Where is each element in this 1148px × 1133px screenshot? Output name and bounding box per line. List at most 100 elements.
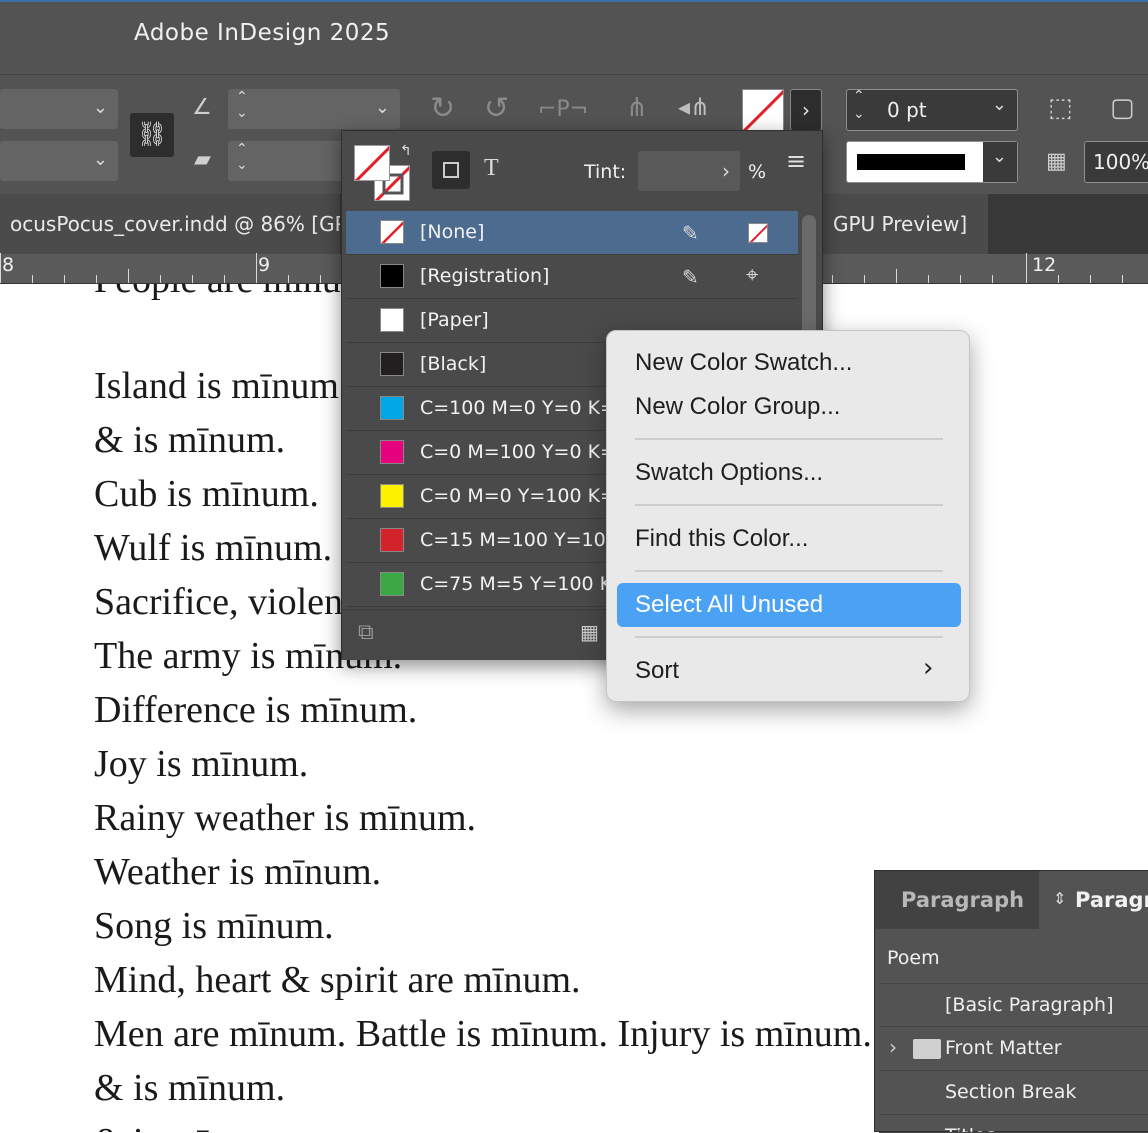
fill-box-icon[interactable] [354, 145, 390, 181]
stepper-down-icon[interactable]: ⌄ [236, 105, 248, 121]
green-swatch-chip [380, 572, 404, 596]
scale-x-dropdown[interactable]: ⌄ [0, 89, 118, 129]
menu-item-find-this-color[interactable]: Find this Color... [635, 525, 808, 553]
ruler-tick [32, 275, 33, 283]
magenta-swatch-chip [380, 440, 404, 464]
ruler-tick [256, 253, 257, 283]
rotation-angle-field[interactable]: ⌃ ⌄ ⌄ [228, 89, 400, 129]
shear-angle-field[interactable]: ⌃ ⌄ [228, 141, 348, 181]
swatch-row-none[interactable]: [None] ✎ [346, 211, 798, 255]
poem-line[interactable]: Men are mīnum. Battle is mīnum. Injury i… [94, 1012, 872, 1056]
stroke-weight-value: 0 pt [887, 98, 927, 122]
red-swatch-chip [380, 528, 404, 552]
tab-gpu-preview[interactable]: GPU Preview] [822, 194, 988, 254]
opacity-icon: ▦ [1046, 149, 1067, 174]
poem-line[interactable]: Cub is mīnum. [94, 472, 319, 516]
menu-item-new-color-group[interactable]: New Color Group... [635, 393, 840, 421]
panel-menu-icon[interactable]: ≡ [786, 147, 806, 175]
swatch-panel-toggle-button[interactable]: › [790, 89, 822, 131]
frame-square-icon[interactable]: ▢ [1110, 93, 1135, 123]
locked-pencil-icon: ✎ [682, 265, 699, 289]
style-name: [Basic Paragraph] [945, 994, 1114, 1016]
menu-separator [635, 438, 943, 440]
tab-paragraph[interactable]: Paragraph [875, 871, 1039, 929]
poem-line[interactable]: & is mīnum. [94, 418, 285, 462]
formatting-container-button[interactable] [432, 151, 470, 189]
swatch-name: [Black] [420, 353, 487, 375]
registration-swatch-chip [380, 264, 404, 288]
tab-hocus-pocus-cover[interactable]: ocusPocus_cover.indd @ 86% [GP [0, 194, 340, 254]
registration-mode-icon: ⌖ [746, 263, 759, 288]
flip-horizontal-icon[interactable]: ⌐P¬ [538, 97, 588, 122]
yellow-swatch-chip [380, 484, 404, 508]
style-row-basic-paragraph[interactable]: [Basic Paragraph] [879, 983, 1148, 1027]
ruler-tick [1026, 253, 1027, 283]
ruler-tick [320, 275, 321, 283]
container-square-icon [443, 162, 459, 178]
ruler-tick [1058, 275, 1059, 283]
opacity-value: 100% [1093, 150, 1148, 174]
tint-field[interactable]: › [638, 151, 740, 191]
chevron-down-icon: ⌄ [991, 94, 1007, 115]
paper-swatch-chip [380, 308, 404, 332]
style-row-titles[interactable]: Titles [879, 1115, 1148, 1133]
stepper-up-icon[interactable]: ⌃ [853, 88, 865, 104]
poem-line[interactable]: Song is mīnum. [94, 904, 334, 948]
stepper-up-icon[interactable]: ⌃ [236, 141, 248, 157]
ruler-tick [96, 275, 97, 283]
place-swatches-icon[interactable]: ⧉ [358, 620, 374, 645]
stepper-down-icon[interactable]: ⌄ [236, 157, 248, 173]
rotate-clockwise-icon[interactable]: ↻ [430, 91, 455, 126]
tab-collapse-icon[interactable]: ⇕ [1053, 889, 1066, 908]
poem-line[interactable]: Island is mīnum. [94, 364, 348, 408]
scale-y-dropdown[interactable]: ⌄ [0, 141, 118, 181]
frame-fitting-icon[interactable]: ⬚ [1048, 93, 1073, 123]
menu-item-select-all-unused[interactable]: Select All Unused [635, 591, 823, 619]
poem-line[interactable]: Difference is mīnum. [94, 688, 417, 732]
formatting-text-icon[interactable]: T [484, 155, 499, 182]
chevron-down-icon: ⌄ [374, 97, 390, 118]
ruler-tick [832, 275, 833, 283]
menu-item-new-color-swatch[interactable]: New Color Swatch... [635, 349, 852, 377]
fill-swatch-button[interactable] [742, 89, 784, 131]
poem-line[interactable]: Mind, heart & spirit are mīnum. [94, 958, 581, 1002]
chevron-down-icon: ⌄ [991, 146, 1007, 167]
swatch-row-registration[interactable]: [Registration] ✎ ⌖ [346, 255, 798, 299]
stroke-weight-field[interactable]: ⌃ ⌄ 0 pt ⌄ [846, 88, 1018, 131]
select-container-icon[interactable]: ⋔ [626, 93, 648, 123]
poem-line[interactable]: People are mīnum. [94, 284, 380, 302]
menu-item-sort[interactable]: Sort [635, 657, 679, 685]
menu-item-swatch-options[interactable]: Swatch Options... [635, 459, 823, 487]
ruler-tick [960, 275, 961, 283]
menu-separator [635, 570, 943, 572]
ruler-tick [288, 275, 289, 283]
stepper-up-icon[interactable]: ⌃ [236, 89, 248, 105]
chevron-right-icon[interactable]: › [722, 159, 730, 183]
poem-line[interactable]: Weather is mīnum. [94, 850, 381, 894]
chevron-down-icon: ⌄ [92, 97, 108, 118]
stroke-type-dropdown[interactable]: ⌄ [846, 141, 1018, 183]
rotate-angle-icon: ∠ [192, 95, 212, 120]
style-group-front-matter[interactable]: › Front Matter [879, 1027, 1148, 1071]
swatch-views-icon[interactable]: ▦ [580, 620, 599, 644]
swatch-name: C=0 M=0 Y=100 K=0 [420, 485, 629, 507]
poem-line[interactable]: Rainy weather is mīnum. [94, 796, 476, 840]
poem-line[interactable]: & is mīnum. [94, 1066, 285, 1110]
swap-fill-stroke-icon[interactable]: ↰ [400, 143, 412, 159]
swatch-name: [Paper] [420, 309, 489, 331]
disclosure-triangle-icon[interactable]: › [889, 1035, 897, 1059]
opacity-field[interactable]: 100% [1084, 141, 1148, 183]
poem-line[interactable]: & is mīnum. [94, 1120, 285, 1132]
none-color-mode-icon [748, 223, 768, 243]
constrain-proportions-button[interactable]: ⛓ [130, 113, 174, 157]
stepper-down-icon[interactable]: ⌄ [853, 106, 865, 122]
select-content-icon[interactable]: ◂⋔ [678, 93, 710, 121]
chain-link-icon: ⛓ [136, 120, 168, 148]
rotate-counterclockwise-icon[interactable]: ↺ [484, 91, 509, 126]
ruler-tick [1090, 275, 1091, 283]
poem-line[interactable]: Wulf is mīnum. [94, 526, 332, 570]
app-title: Adobe InDesign 2025 [134, 20, 391, 46]
poem-line[interactable]: Joy is mīnum. [94, 742, 308, 786]
ruler-tick [864, 275, 865, 283]
style-row-section-break[interactable]: Section Break [879, 1071, 1148, 1115]
